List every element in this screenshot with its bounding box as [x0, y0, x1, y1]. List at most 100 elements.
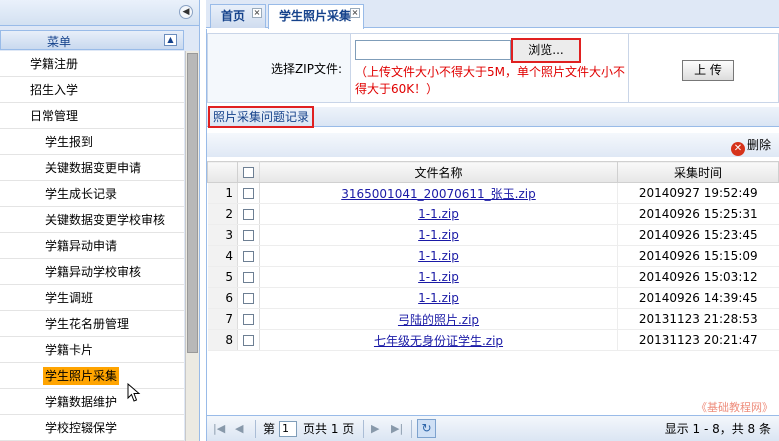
table-row[interactable]: 4 1-1.zip 20140926 15:15:09: [207, 245, 779, 267]
records-title: 照片采集问题记录: [208, 106, 315, 128]
collapse-sidebar-icon[interactable]: ◀: [179, 5, 193, 19]
browse-button[interactable]: 浏览...: [511, 38, 581, 63]
sidebar-item[interactable]: 学籍异动学校审核: [0, 259, 184, 285]
sidebar-item[interactable]: 关键数据变更申请: [0, 155, 184, 181]
table-row[interactable]: 5 1-1.zip 20140926 15:03:12: [207, 266, 779, 288]
time-cell: 20140926 15:23:45: [617, 224, 779, 246]
next-page-icon[interactable]: ▶: [371, 421, 379, 437]
records-table: 文件名称 采集时间 1 3165001041_20070611_张玉.zip 201…: [207, 161, 779, 351]
collapse-menu-icon[interactable]: ▲: [164, 34, 177, 46]
upload-button-cell: 上 传: [629, 33, 779, 103]
sidebar-item[interactable]: 学校控辍保学: [0, 415, 184, 441]
upload-field-cell: 浏览... （上传文件大小不得大于5M，单个照片文件大小不得大于60K！）: [351, 33, 629, 103]
sidebar-item-label: 学生报到: [45, 135, 94, 149]
time-cell: 20140927 19:52:49: [617, 182, 779, 204]
tab-bar: 首页 × 学生照片采集 ×: [206, 0, 779, 29]
table-row[interactable]: 3 1-1.zip 20140926 15:23:45: [207, 224, 779, 246]
row-checkbox[interactable]: [237, 182, 260, 204]
sidebar-item-label: 招生入学: [30, 83, 79, 97]
sidebar-item[interactable]: 学籍异动申请: [0, 233, 184, 259]
sidebar-item[interactable]: 日常管理: [0, 103, 184, 129]
sidebar-item[interactable]: 学籍卡片: [0, 337, 184, 363]
sidebar: ◀ 菜单 ▲ 学籍注册 招生入学 日常管理 学生报到 关键数据变更申请 学生成长记录 关键数…: [0, 0, 200, 441]
prev-page-icon[interactable]: ◀: [235, 421, 243, 437]
pager-status: 显示 1 - 8，共 8 条: [664, 422, 771, 436]
filename-cell: 1-1.zip: [259, 287, 618, 309]
page-suffix: 页共 1 页: [303, 422, 355, 436]
refresh-icon[interactable]: ↻: [417, 419, 436, 438]
row-number: 8: [207, 329, 238, 351]
upload-button[interactable]: 上 传: [682, 60, 734, 81]
upload-size-note: （上传文件大小不得大于5M，单个照片文件大小不得大于60K！）: [355, 65, 625, 96]
sidebar-item-label: 学籍异动申请: [45, 239, 118, 253]
sidebar-item-label: 学生花名册管理: [45, 317, 130, 331]
row-checkbox[interactable]: [237, 287, 260, 309]
table-row[interactable]: 8 七年级无身份证学生.zip 20131123 20:21:47: [207, 329, 779, 351]
sidebar-item[interactable]: 学生报到: [0, 129, 184, 155]
filename-link[interactable]: 七年级无身份证学生.zip: [374, 334, 503, 348]
menu-list: 学籍注册招生入学日常管理学生报到关键数据变更申请 学生成长记录关键数据变更学校审核…: [0, 51, 184, 441]
tab-label: 首页: [221, 9, 246, 23]
table-row[interactable]: 7 弓陆的照片.zip 20131123 21:28:53: [207, 308, 779, 330]
sidebar-item-label: 关键数据变更申请: [45, 161, 142, 175]
sidebar-item[interactable]: 学生照片采集: [0, 363, 184, 389]
first-page-icon[interactable]: |◀: [213, 421, 225, 437]
last-page-icon[interactable]: ▶|: [391, 421, 403, 437]
row-checkbox[interactable]: [237, 245, 260, 267]
sidebar-item[interactable]: 学生花名册管理: [0, 311, 184, 337]
filename-cell: 1-1.zip: [259, 224, 618, 246]
row-number-header: [207, 161, 238, 183]
upload-form: 选择ZIP文件: 浏览... （上传文件大小不得大于5M，单个照片文件大小不得大…: [207, 33, 779, 103]
sidebar-scrollbar[interactable]: [185, 51, 199, 441]
sidebar-item-label: 学生成长记录: [45, 187, 118, 201]
row-number: 3: [207, 224, 238, 246]
close-icon[interactable]: ×: [350, 8, 360, 18]
time-cell: 20140926 15:15:09: [617, 245, 779, 267]
time-column-header[interactable]: 采集时间: [617, 161, 779, 183]
row-number: 6: [207, 287, 238, 309]
sidebar-item-label: 学校控辍保学: [45, 421, 118, 435]
filename-link[interactable]: 1-1.zip: [418, 207, 459, 221]
sidebar-item-label: 关键数据变更学校审核: [45, 213, 166, 227]
page-prefix: 第: [263, 422, 276, 436]
select-all-checkbox[interactable]: [237, 161, 260, 183]
tab-home[interactable]: 首页 ×: [210, 4, 266, 28]
sidebar-item[interactable]: 学生调班: [0, 285, 184, 311]
filename-link[interactable]: 3165001041_20070611_张玉.zip: [341, 187, 536, 201]
zip-file-label: 选择ZIP文件:: [207, 33, 351, 103]
filename-cell: 1-1.zip: [259, 245, 618, 267]
tab-photo-collection[interactable]: 学生照片采集 ×: [268, 4, 364, 29]
delete-button[interactable]: ✕ 删除: [730, 136, 771, 156]
filename-link[interactable]: 弓陆的照片.zip: [398, 313, 479, 327]
sidebar-item-label: 学生照片采集: [43, 367, 120, 385]
page-number-input[interactable]: 1: [279, 421, 297, 437]
sidebar-item[interactable]: 学籍数据维护: [0, 389, 184, 415]
row-checkbox[interactable]: [237, 224, 260, 246]
sidebar-item[interactable]: 招生入学: [0, 77, 184, 103]
scrollbar-thumb[interactable]: [187, 53, 198, 353]
filename-column-header[interactable]: 文件名称: [259, 161, 618, 183]
row-checkbox[interactable]: [237, 203, 260, 225]
filename-link[interactable]: 1-1.zip: [418, 249, 459, 263]
row-checkbox[interactable]: [237, 308, 260, 330]
table-row[interactable]: 1 3165001041_20070611_张玉.zip 20140927 19:5…: [207, 182, 779, 204]
row-checkbox[interactable]: [237, 329, 260, 351]
records-header: 照片采集问题记录: [207, 106, 779, 128]
filename-cell: 七年级无身份证学生.zip: [259, 329, 618, 351]
time-cell: 20140926 14:39:45: [617, 287, 779, 309]
delete-label: 删除: [746, 138, 771, 152]
filename-link[interactable]: 1-1.zip: [418, 228, 459, 242]
row-number: 5: [207, 266, 238, 288]
sidebar-item[interactable]: 关键数据变更学校审核: [0, 207, 184, 233]
table-row[interactable]: 2 1-1.zip 20140926 15:25:31: [207, 203, 779, 225]
zip-file-input[interactable]: [355, 40, 511, 60]
filename-link[interactable]: 1-1.zip: [418, 291, 459, 305]
close-icon[interactable]: ×: [252, 8, 262, 18]
row-checkbox[interactable]: [237, 266, 260, 288]
watermark: 《基础教程网》: [696, 401, 773, 414]
sidebar-item-label: 学籍异动学校审核: [45, 265, 142, 279]
filename-link[interactable]: 1-1.zip: [418, 270, 459, 284]
sidebar-item[interactable]: 学生成长记录: [0, 181, 184, 207]
table-row[interactable]: 6 1-1.zip 20140926 14:39:45: [207, 287, 779, 309]
sidebar-item[interactable]: 学籍注册: [0, 51, 184, 77]
